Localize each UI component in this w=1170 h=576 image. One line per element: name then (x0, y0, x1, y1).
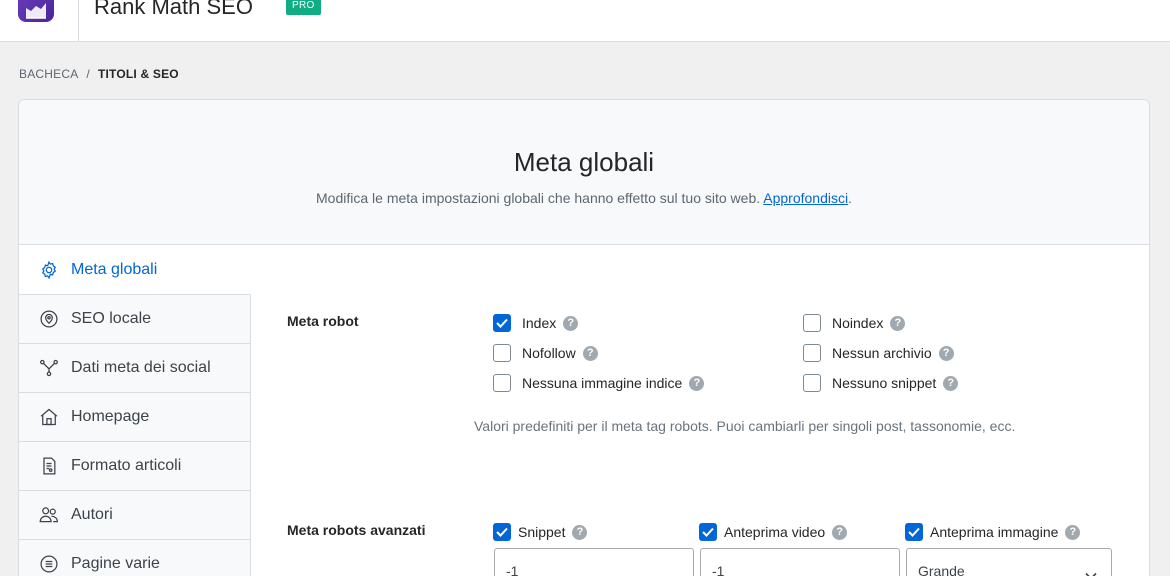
description-text: Modifica le meta impostazioni globali ch… (316, 190, 761, 206)
sidebar-item-seo-locale[interactable]: SEO locale (19, 295, 251, 344)
checkbox-label: Noindex (832, 315, 884, 331)
checkbox-unchecked-icon[interactable] (493, 374, 511, 392)
sidebar-item-formato-articoli[interactable]: Formato articoli (19, 442, 251, 491)
meta-robot-label: Meta robot (287, 313, 359, 329)
learn-more-link[interactable]: Approfondisci (763, 190, 848, 206)
list-circle-icon (37, 552, 61, 576)
help-icon[interactable]: ? (563, 315, 579, 331)
sidebar-item-autori[interactable]: Autori (19, 491, 251, 540)
image-preview-select[interactable]: Grande (906, 548, 1112, 576)
description-period: . (848, 190, 852, 206)
checkbox-anteprima-immagine[interactable]: Anteprima immagine? (905, 523, 1081, 541)
checkbox-label: Index (522, 315, 557, 331)
checkbox-nessuno-snippet[interactable]: Nessuno snippet? (803, 374, 959, 392)
checkbox-label: Anteprima immagine (930, 524, 1059, 540)
document-icon (37, 454, 61, 478)
settings-sidebar: Meta globali SEO locale Dati meta dei so… (19, 246, 251, 576)
settings-card: Meta globali Modifica le meta impostazio… (18, 99, 1150, 576)
sidebar-item-meta-globali[interactable]: Meta globali (19, 246, 251, 295)
sidebar-item-label: Meta globali (71, 261, 158, 278)
help-icon[interactable]: ? (572, 524, 588, 540)
checkbox-checked-icon[interactable] (493, 314, 511, 332)
rank-math-logo-icon[interactable] (18, 0, 54, 22)
chevron-down-icon (1085, 567, 1097, 576)
sidebar-item-pagine-varie[interactable]: Pagine varie (19, 540, 251, 576)
header-divider (78, 0, 79, 42)
breadcrumb-current: TITOLI & SEO (97, 67, 179, 81)
brand-title: Rank Math SEO (94, 0, 253, 19)
video-preview-length-input[interactable]: -1 (700, 548, 900, 576)
help-icon[interactable]: ? (1065, 524, 1081, 540)
card-header: Meta globali Modifica le meta impostazio… (19, 100, 1149, 245)
gear-icon (37, 258, 61, 282)
checkbox-label: Nessuna immagine indice (522, 375, 683, 391)
sidebar-item-label: Autori (71, 506, 113, 523)
sidebar-item-social[interactable]: Dati meta dei social (19, 344, 251, 393)
share-icon (37, 356, 61, 380)
sidebar-item-label: Pagine varie (71, 555, 160, 572)
sidebar-item-label: Dati meta dei social (71, 359, 211, 376)
help-icon[interactable]: ? (938, 345, 954, 361)
meta-robot-hint: Valori predefiniti per il meta tag robot… (474, 418, 1016, 434)
checkbox-snippet[interactable]: Snippet? (493, 523, 588, 541)
pro-badge: PRO (286, 0, 321, 15)
checkbox-checked-icon[interactable] (493, 523, 511, 541)
checkbox-unchecked-icon[interactable] (803, 344, 821, 362)
checkbox-checked-icon[interactable] (905, 523, 923, 541)
checkbox-nessun-archivio[interactable]: Nessun archivio? (803, 344, 954, 362)
checkbox-label: Nessun archivio (832, 345, 932, 361)
help-icon[interactable]: ? (890, 315, 906, 331)
top-bar: Rank Math SEO PRO (0, 0, 1170, 42)
checkbox-label: Nofollow (522, 345, 576, 361)
sidebar-item-label: SEO locale (71, 310, 152, 327)
users-icon (37, 503, 61, 527)
breadcrumb-root[interactable]: BACHECA (19, 67, 78, 81)
checkbox-noindex[interactable]: Noindex? (803, 314, 906, 332)
advanced-robots-label: Meta robots avanzati (287, 522, 426, 538)
help-icon[interactable]: ? (943, 375, 959, 391)
checkbox-unchecked-icon[interactable] (493, 344, 511, 362)
checkbox-label: Nessuno snippet (832, 375, 937, 391)
image-preview-value: Grande (918, 563, 965, 576)
checkbox-unchecked-icon[interactable] (803, 314, 821, 332)
page-description: Modifica le meta impostazioni globali ch… (19, 190, 1149, 206)
breadcrumb: BACHECA / TITOLI & SEO (19, 67, 179, 81)
page-title: Meta globali (513, 147, 655, 177)
checkbox-nofollow[interactable]: Nofollow? (493, 344, 598, 362)
sidebar-item-label: Formato articoli (71, 457, 182, 474)
help-icon[interactable]: ? (689, 375, 705, 391)
checkbox-index[interactable]: Index? (493, 314, 579, 332)
checkbox-unchecked-icon[interactable] (803, 374, 821, 392)
help-icon[interactable]: ? (832, 524, 848, 540)
checkbox-label: Snippet (518, 524, 566, 540)
checkbox-anteprima-video[interactable]: Anteprima video? (699, 523, 848, 541)
checkbox-label: Anteprima video (724, 524, 826, 540)
snippet-length-input[interactable]: -1 (494, 548, 694, 576)
breadcrumb-separator: / (86, 67, 90, 81)
checkbox-nessuna-immagine-indice[interactable]: Nessuna immagine indice? (493, 374, 705, 392)
map-pin-icon (37, 307, 61, 331)
checkbox-checked-icon[interactable] (699, 523, 717, 541)
sidebar-item-label: Homepage (71, 408, 150, 425)
help-icon[interactable]: ? (582, 345, 598, 361)
home-icon (37, 405, 61, 429)
sidebar-item-homepage[interactable]: Homepage (19, 393, 251, 442)
